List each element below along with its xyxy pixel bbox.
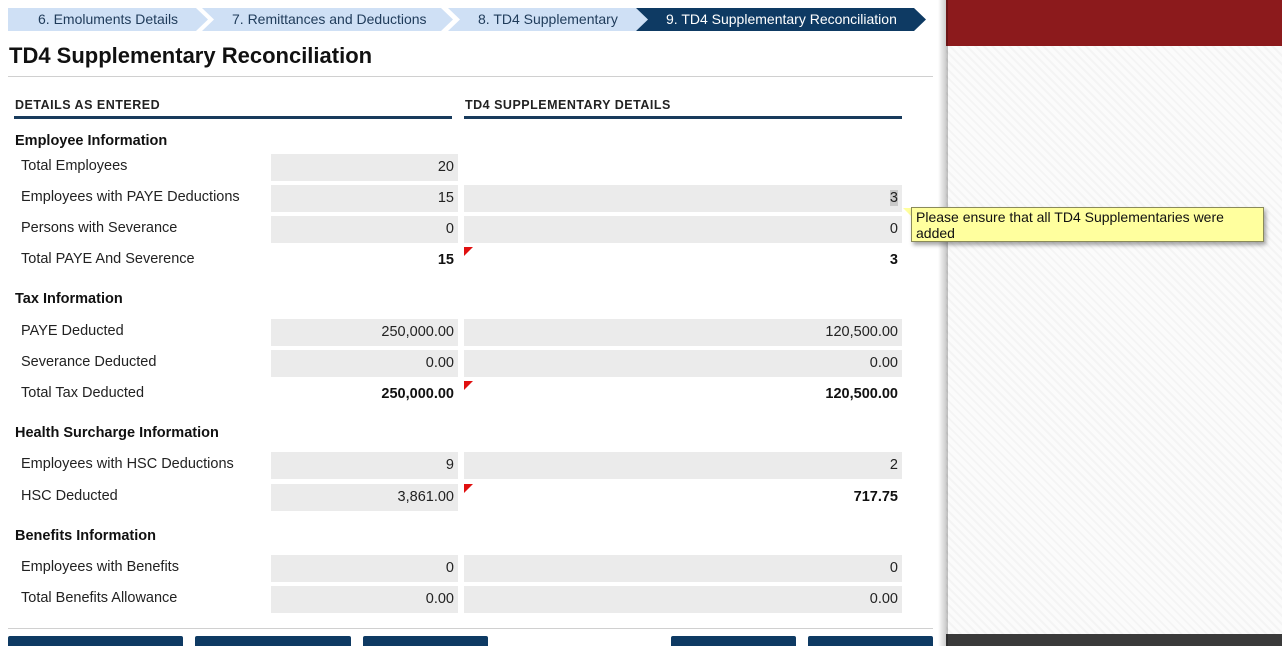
field-label: Employees with Benefits — [21, 559, 179, 575]
column-rule — [464, 116, 902, 119]
back-button[interactable] — [671, 636, 796, 646]
total-paye-severance-entered: 15 — [437, 252, 454, 268]
paye-employees-entered: 15 — [271, 185, 458, 212]
action-button[interactable] — [8, 636, 183, 646]
column-heading-entered: DETAILS AS ENTERED — [15, 98, 161, 112]
header-banner — [946, 0, 1282, 46]
section-title-tax: Tax Information — [15, 291, 123, 307]
total-employees-entered: 20 — [271, 154, 458, 181]
step-td4-reconciliation[interactable]: 9. TD4 Supplementary Reconciliation — [636, 8, 926, 31]
step-label: 9. TD4 Supplementary Reconciliation — [666, 11, 897, 27]
total-tax-supplementary: 120,500.00 — [825, 386, 898, 402]
hsc-employees-entered: 9 — [271, 452, 458, 479]
field-label: PAYE Deducted — [21, 323, 124, 339]
divider — [8, 76, 933, 77]
severance-persons-supplementary: 0 — [464, 216, 902, 243]
paye-employees-supplementary[interactable]: 3 — [464, 185, 902, 212]
severance-deducted-entered: 0.00 — [271, 350, 458, 377]
hsc-deducted-entered: 3,861.00 — [271, 484, 458, 511]
field-label: Total Tax Deducted — [21, 385, 145, 401]
severance-deducted-supplementary: 0.00 — [464, 350, 902, 377]
field-label: HSC Deducted — [21, 488, 118, 504]
section-title-health: Health Surcharge Information — [15, 425, 219, 441]
field-label: Total PAYE And Severence — [21, 251, 195, 267]
section-title-benefits: Benefits Information — [15, 528, 156, 544]
step-remittances-deductions[interactable]: 7. Remittances and Deductions — [202, 8, 453, 31]
hsc-deducted-supplementary: 717.75 — [853, 489, 898, 505]
field-label: Total Employees — [21, 158, 128, 174]
step-label: 8. TD4 Supplementary — [478, 11, 618, 27]
benefits-allowance-supplementary: 0.00 — [464, 586, 902, 613]
footer-bar — [946, 634, 1282, 646]
paye-deducted-entered: 250,000.00 — [271, 319, 458, 346]
value-text: 3 — [889, 190, 898, 206]
background-panel — [946, 0, 1282, 646]
severance-persons-entered: 0 — [271, 216, 458, 243]
field-label: Employees with PAYE Deductions — [21, 189, 240, 205]
step-label: 7. Remittances and Deductions — [232, 11, 427, 27]
paye-deducted-supplementary: 120,500.00 — [464, 319, 902, 346]
benefits-allowance-entered: 0.00 — [271, 586, 458, 613]
field-label: Persons with Severance — [21, 220, 178, 236]
total-tax-entered: 250,000.00 — [381, 386, 454, 402]
field-label: Severance Deducted — [21, 354, 157, 370]
benefit-employees-supplementary: 0 — [464, 555, 902, 582]
step-emoluments-details[interactable]: 6. Emoluments Details — [8, 8, 208, 31]
total-paye-severance-supplementary: 3 — [889, 252, 898, 268]
benefit-employees-entered: 0 — [271, 555, 458, 582]
page-title: TD4 Supplementary Reconciliation — [9, 43, 373, 68]
field-label: Employees with HSC Deductions — [21, 456, 234, 472]
column-rule — [14, 116, 452, 119]
column-heading-supplementary: TD4 SUPPLEMENTARY DETAILS — [465, 98, 671, 112]
action-button[interactable] — [363, 636, 488, 646]
wizard-steps: 6. Emoluments Details 7. Remittances and… — [8, 8, 928, 31]
panel-shadow — [938, 0, 948, 646]
divider — [8, 628, 933, 629]
tooltip-pointer — [903, 208, 911, 216]
hsc-employees-supplementary: 2 — [464, 452, 902, 479]
section-title-employee: Employee Information — [15, 133, 168, 149]
step-td4-supplementary[interactable]: 8. TD4 Supplementary — [448, 8, 648, 31]
next-button[interactable] — [808, 636, 933, 646]
field-label: Total Benefits Allowance — [21, 590, 178, 606]
validation-tooltip: Please ensure that all TD4 Supplementari… — [911, 207, 1264, 242]
step-label: 6. Emoluments Details — [38, 11, 179, 27]
action-button[interactable] — [195, 636, 351, 646]
